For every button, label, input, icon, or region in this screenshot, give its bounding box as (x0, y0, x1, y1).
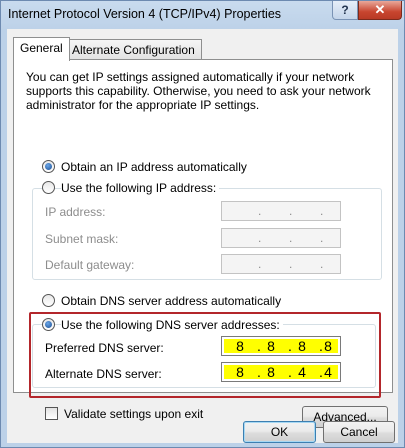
dialog-client-area: General Alternate Configuration You can … (7, 29, 398, 443)
subnet-mask-input[interactable]: . . . (221, 228, 341, 248)
properties-dialog: Internet Protocol Version 4 (TCP/IPv4) P… (0, 0, 405, 448)
close-button[interactable]: ✕ (358, 1, 402, 20)
ip-address-label: IP address: (45, 205, 106, 219)
alternate-dns-input[interactable]: 8 . 8 . 4 . 4 (221, 362, 341, 382)
use-following-ip-label[interactable]: Use the following IP address: (61, 181, 220, 195)
ip-address-input[interactable]: . . . (221, 201, 341, 221)
general-tab-panel: You can get IP settings assigned automat… (13, 59, 393, 428)
cancel-button[interactable]: Cancel (323, 421, 395, 443)
default-gateway-label: Default gateway: (45, 258, 135, 272)
obtain-dns-auto-label[interactable]: Obtain DNS server address automatically (61, 294, 281, 308)
use-following-dns-label[interactable]: Use the following DNS server addresses: (61, 318, 283, 332)
default-gateway-input[interactable]: . . . (221, 254, 341, 274)
alternate-dns-label: Alternate DNS server: (45, 367, 162, 381)
validate-settings-label[interactable]: Validate settings upon exit (64, 407, 203, 421)
obtain-dns-auto-radio[interactable] (42, 294, 55, 307)
validate-settings-checkbox[interactable] (45, 407, 58, 420)
title-bar[interactable]: Internet Protocol Version 4 (TCP/IPv4) P… (1, 1, 404, 29)
subnet-mask-label: Subnet mask: (45, 232, 119, 246)
preferred-dns-input[interactable]: 8 . 8 . 8 . 8 (221, 336, 341, 356)
tab-general[interactable]: General (13, 37, 70, 61)
use-following-dns-radio[interactable] (42, 318, 55, 331)
ok-button[interactable]: OK (243, 421, 316, 443)
tab-alternate-configuration[interactable]: Alternate Configuration (65, 39, 202, 59)
description-text: You can get IP settings assigned automat… (26, 70, 371, 112)
window-title: Internet Protocol Version 4 (TCP/IPv4) P… (8, 7, 282, 21)
help-button[interactable]: ? (332, 1, 358, 20)
preferred-dns-label: Preferred DNS server: (45, 341, 164, 355)
use-following-ip-radio[interactable] (42, 181, 55, 194)
obtain-ip-auto-label[interactable]: Obtain an IP address automatically (61, 160, 247, 174)
obtain-ip-auto-radio[interactable] (42, 160, 55, 173)
